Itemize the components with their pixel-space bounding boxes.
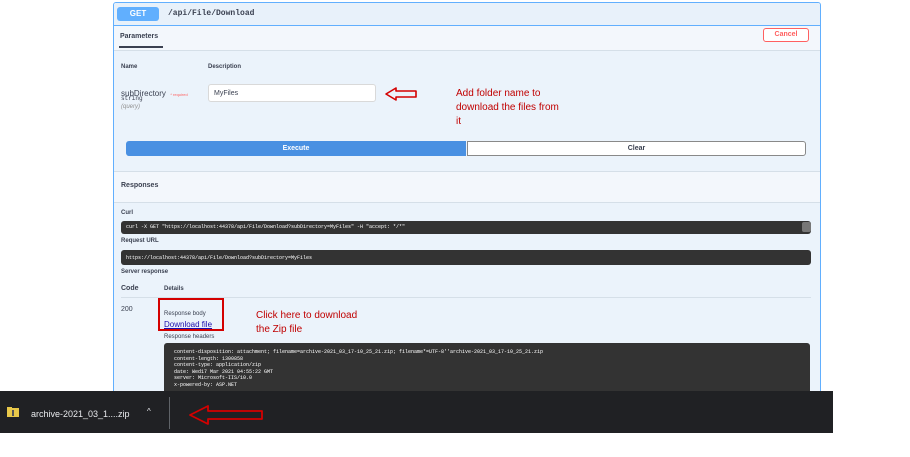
execute-button[interactable]: Execute <box>126 141 466 156</box>
zip-file-icon <box>7 407 19 417</box>
downloaded-file-name[interactable]: archive-2021_03_1....zip <box>31 409 130 419</box>
operation-block: GET /api/File/Download Parameters Cancel… <box>113 2 821 396</box>
download-note-line: the Zip file <box>256 324 303 335</box>
http-method-badge: GET <box>117 7 159 21</box>
tab-underline <box>119 46 163 48</box>
response-headers: content-disposition: attachment; filenam… <box>174 349 544 388</box>
folder-note-line: it <box>456 116 461 127</box>
folder-note-line: Add folder name to <box>456 88 541 99</box>
arrow-left-icon <box>189 405 263 425</box>
cancel-button[interactable]: Cancel <box>763 28 809 42</box>
download-bar-separator <box>169 397 170 429</box>
chevron-up-icon[interactable]: ^ <box>147 407 151 416</box>
responses-header: Responses <box>114 171 820 203</box>
request-url-box: https://localhost:44378/api/File/Downloa… <box>121 250 811 265</box>
download-highlight-box <box>158 298 224 331</box>
subdirectory-input[interactable]: MyFiles <box>208 84 376 102</box>
curl-command[interactable]: curl -X GET "https://localhost:44378/api… <box>126 224 405 230</box>
column-description-header: Description <box>208 64 242 70</box>
response-headers-box: content-disposition: attachment; filenam… <box>164 343 810 395</box>
server-response-label: Server response <box>121 269 169 275</box>
download-note-line: Click here to download <box>256 310 358 321</box>
curl-label: Curl <box>121 210 133 216</box>
responses-title: Responses <box>121 182 159 189</box>
operation-summary[interactable]: GET /api/File/Download <box>114 3 820 26</box>
copy-icon[interactable] <box>802 222 811 232</box>
response-code: 200 <box>121 306 133 313</box>
folder-note-line: download the files from <box>456 102 559 113</box>
response-headers-label: Response headers <box>164 334 215 340</box>
request-url[interactable]: https://localhost:44378/api/File/Downloa… <box>126 255 312 261</box>
column-name-header: Name <box>121 64 138 70</box>
code-header: Code <box>121 285 139 292</box>
curl-box: curl -X GET "https://localhost:44378/api… <box>121 221 811 234</box>
request-url-label: Request URL <box>121 238 159 244</box>
download-annotation: Click here to download the Zip file <box>256 309 357 337</box>
param-type: string <box>121 95 143 102</box>
endpoint-path: /api/File/Download <box>168 9 255 18</box>
parameters-header: Parameters <box>114 26 820 51</box>
details-header: Details <box>164 286 184 292</box>
folder-annotation: Add folder name to download the files fr… <box>456 87 559 129</box>
tab-parameters[interactable]: Parameters <box>120 33 158 40</box>
param-location: (query) <box>121 104 141 110</box>
required-marker: * required <box>170 92 188 97</box>
clear-button[interactable]: Clear <box>467 141 806 156</box>
divider <box>121 297 811 298</box>
arrow-left-icon <box>385 87 417 101</box>
